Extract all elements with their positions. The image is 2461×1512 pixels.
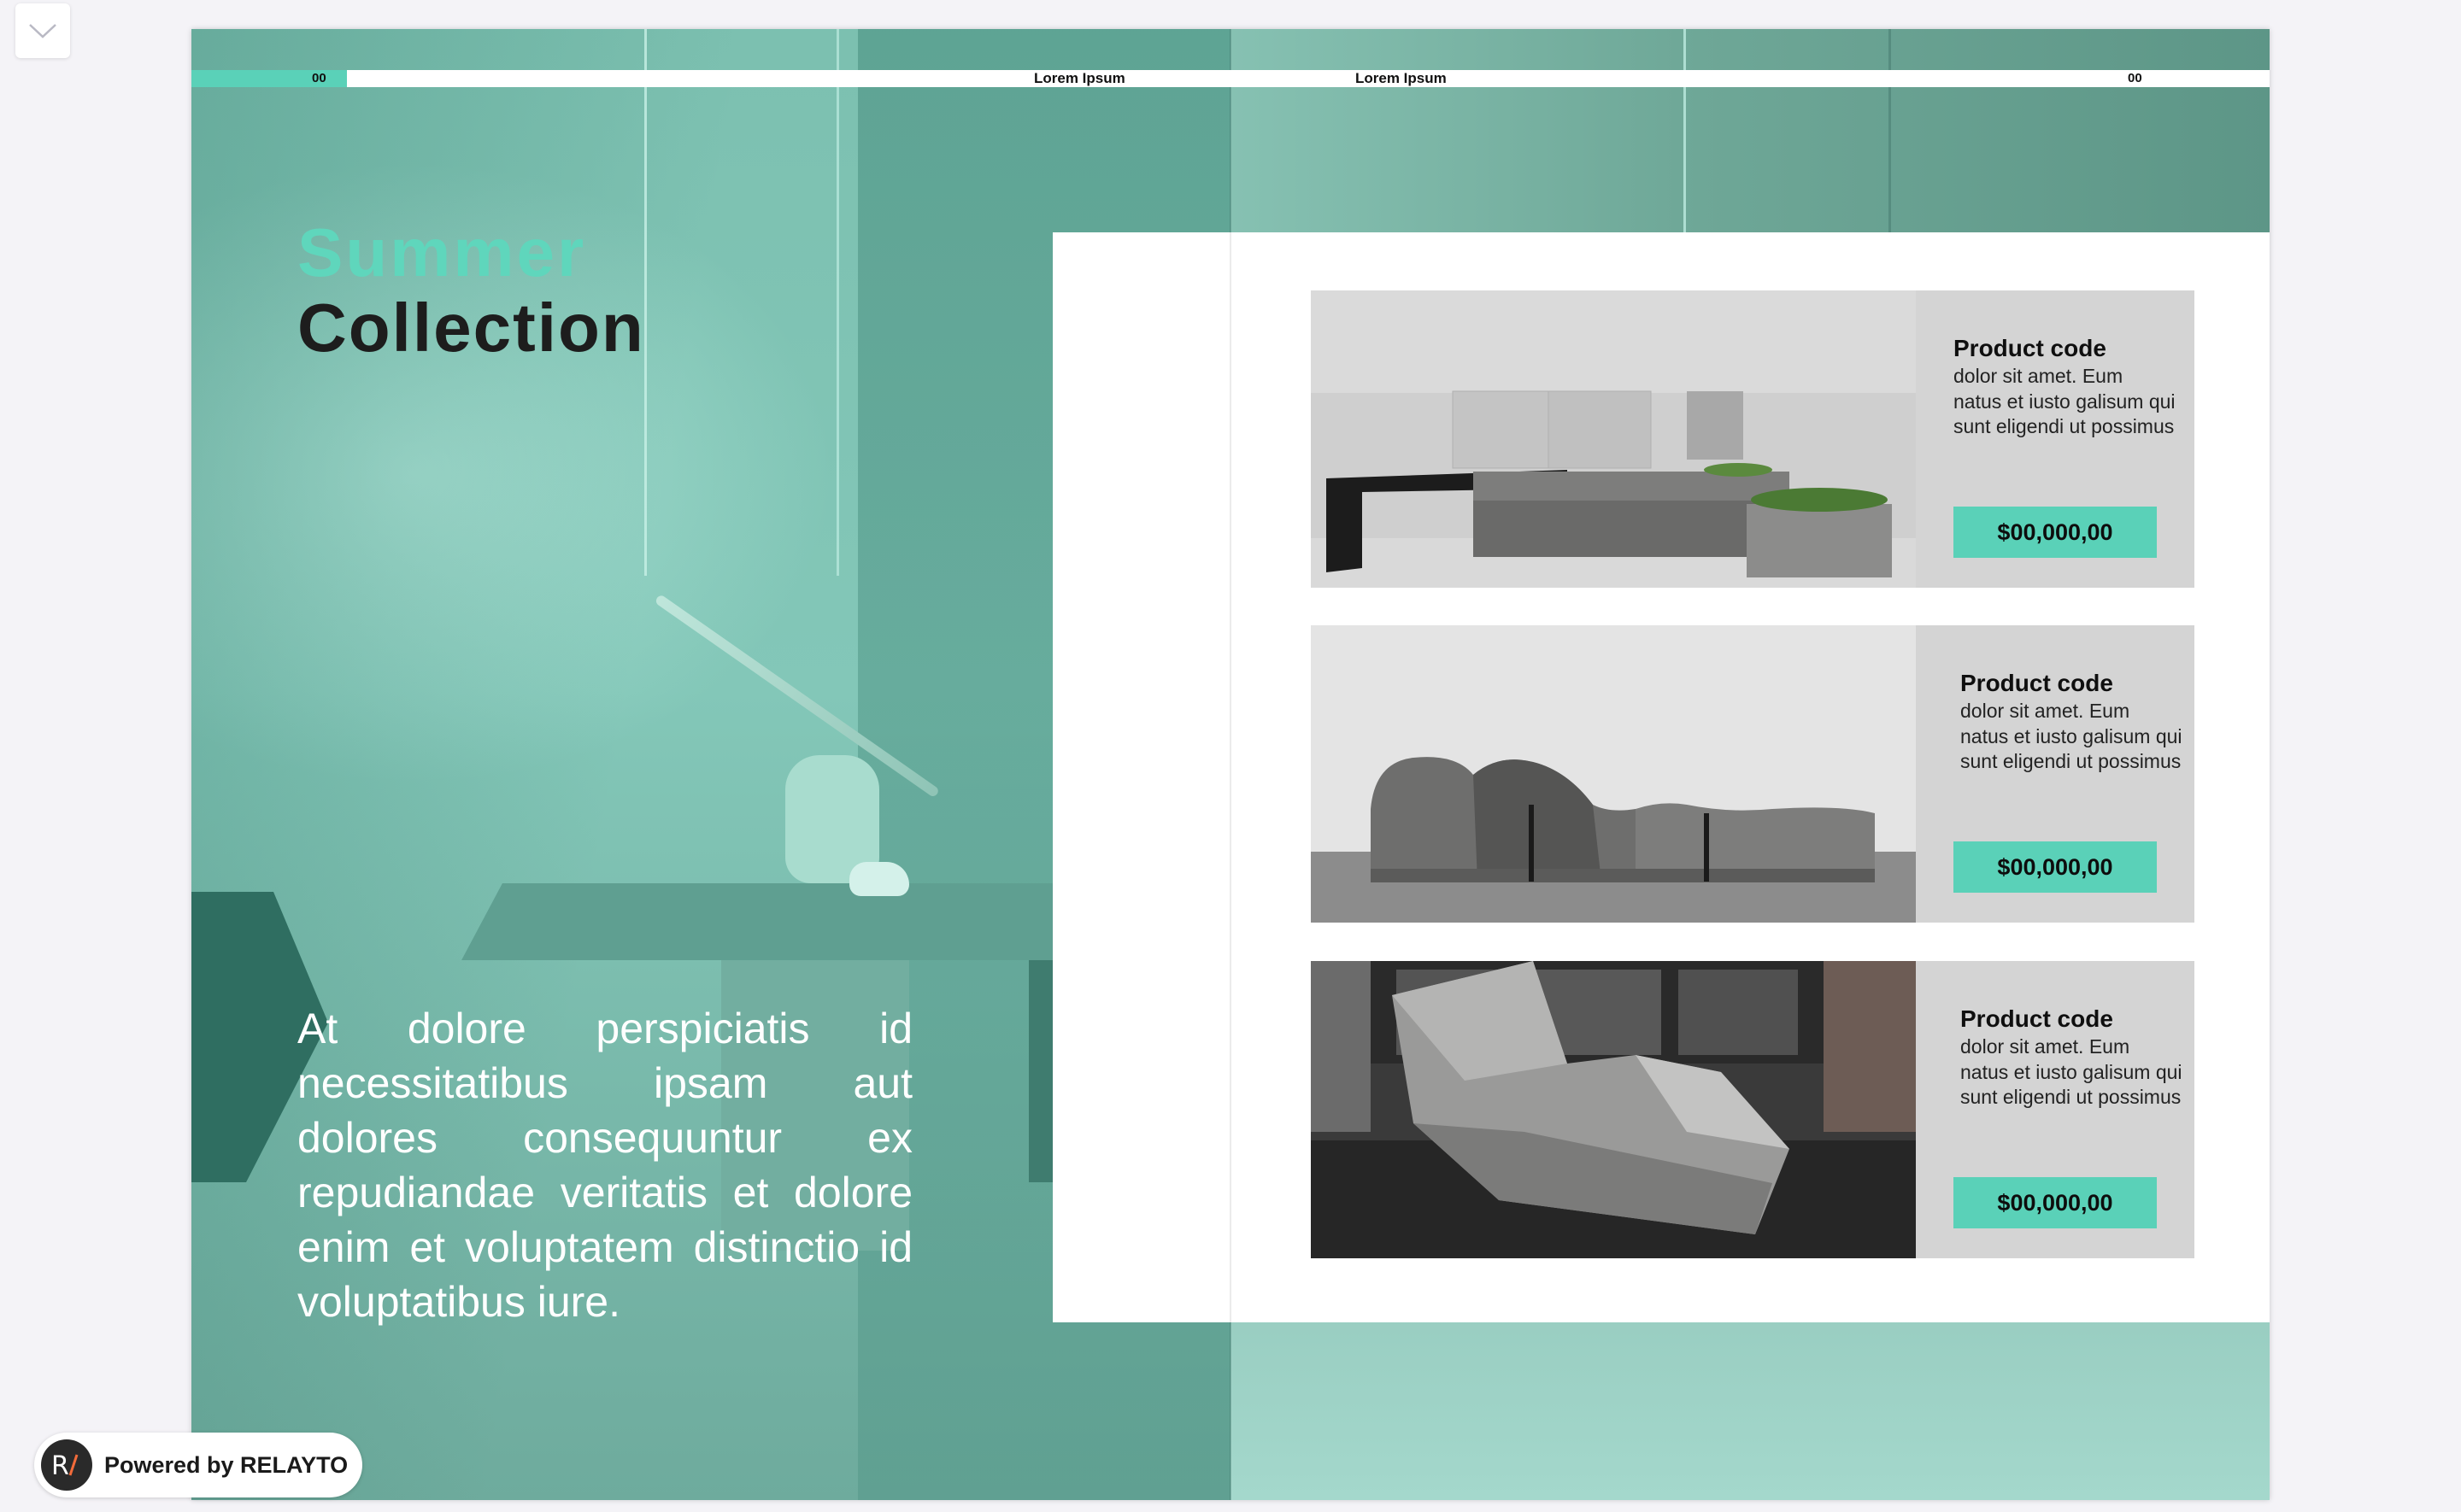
svg-text:R: R — [51, 1451, 69, 1480]
product-code: Product code — [1960, 1005, 2113, 1032]
price-button[interactable]: $00,000,00 — [1953, 507, 2157, 558]
running-header-bar — [347, 70, 2270, 87]
product-description: dolor sit amet. Eum natus et iusto galis… — [1960, 700, 2182, 772]
product-item: Product code dolor sit amet. Eum natus e… — [1311, 625, 2194, 923]
product-item: Product code dolor sit amet. Eum natus e… — [1311, 290, 2194, 588]
product-code: Product code — [1953, 335, 2106, 361]
headline-accent: Summer — [297, 214, 587, 290]
magazine-spread: Summer Collection At dolore perspiciatis… — [191, 29, 2270, 1500]
product-item: Product code dolor sit amet. Eum natus e… — [1311, 961, 2194, 1258]
product-image — [1311, 625, 1916, 923]
relayto-logo-icon: R — [41, 1439, 92, 1491]
page-number-right: 00 — [2128, 71, 2142, 85]
wall-seam — [1888, 29, 1891, 234]
product-image — [1311, 961, 1916, 1258]
headline-main: Collection — [297, 290, 645, 366]
powered-by-label: Powered by RELAYTO — [104, 1451, 349, 1478]
page-headline: Summer Collection — [297, 215, 645, 366]
powered-by-relayto-badge[interactable]: R Powered by RELAYTO — [34, 1433, 362, 1497]
chevron-down-icon — [29, 24, 56, 38]
pendant-wire — [1683, 29, 1686, 234]
body-copy: At dolore perspiciatis id necessitatibus… — [297, 1005, 913, 1326]
page-number-left: 00 — [312, 71, 326, 85]
pendant-wire — [837, 29, 839, 576]
product-info: Product code dolor sit amet. Eum natus e… — [1916, 961, 2194, 1258]
running-title-right: Lorem Ipsum — [1355, 70, 1447, 86]
product-card: Product code dolor sit amet. Eum natus e… — [1053, 232, 2270, 1322]
price-button[interactable]: $00,000,00 — [1953, 841, 2157, 893]
product-code: Product code — [1960, 670, 2113, 696]
running-header: 00 Lorem Ipsum Lorem Ipsum 00 — [191, 70, 2270, 87]
collapse-toggle-button[interactable] — [15, 3, 70, 58]
product-info: Product code dolor sit amet. Eum natus e… — [1916, 290, 2194, 588]
background-wall — [1230, 29, 2270, 234]
product-info: Product code dolor sit amet. Eum natus e… — [1916, 625, 2194, 923]
running-title-left: Lorem Ipsum — [1034, 70, 1125, 86]
stone-ornament — [849, 862, 909, 896]
product-image — [1311, 290, 1916, 588]
price-button[interactable]: $00,000,00 — [1953, 1177, 2157, 1228]
product-description: dolor sit amet. Eum natus et iusto galis… — [1953, 365, 2176, 437]
card-fold-line — [1230, 232, 1231, 1322]
product-description: dolor sit amet. Eum natus et iusto galis… — [1960, 1035, 2182, 1108]
